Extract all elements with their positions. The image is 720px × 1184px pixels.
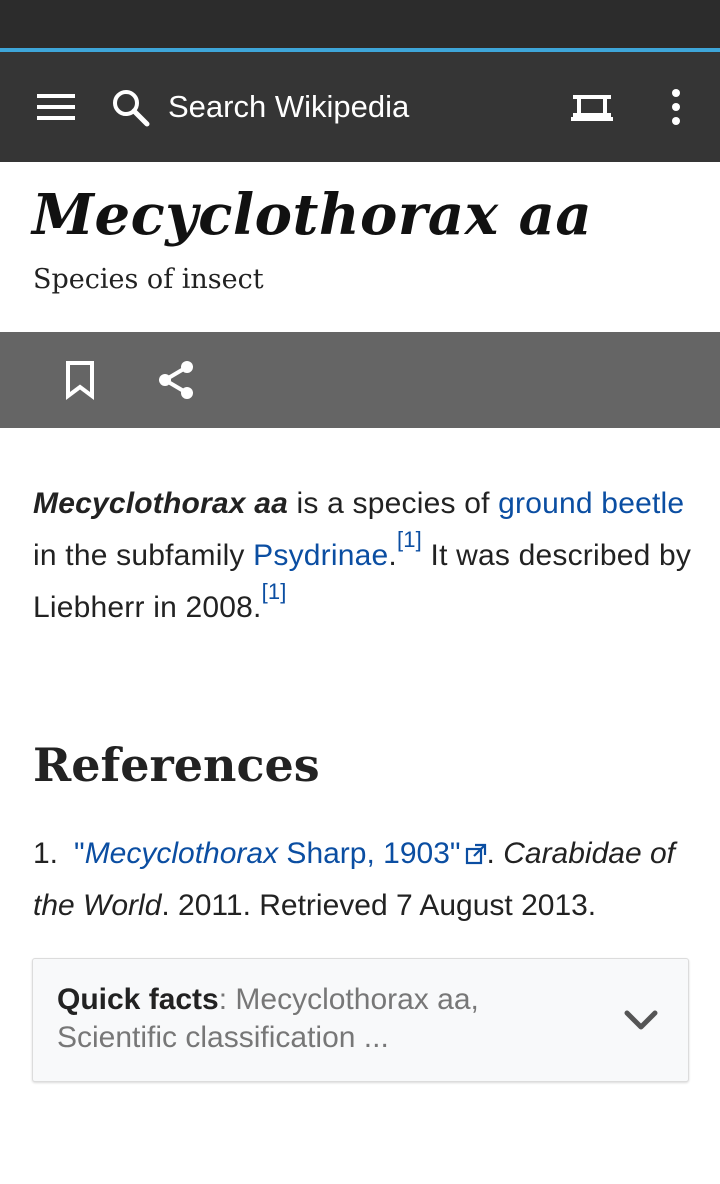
reference-item: 1. "Mecyclothorax Sharp, 1903". Carabidae…	[33, 828, 703, 932]
references-heading: References	[33, 738, 320, 792]
quick-facts-text: Quick facts: Mecyclothorax aa, Scientifi…	[57, 981, 597, 1057]
reading-lists-button[interactable]	[562, 82, 622, 132]
link-author: Sharp, 1903"	[278, 837, 461, 870]
quick-facts-box[interactable]: Quick facts: Mecyclothorax aa, Scientifi…	[32, 958, 689, 1082]
share-icon	[159, 361, 193, 399]
top-toolbar: Search Wikipedia	[0, 52, 720, 162]
bold-term: Mecyclothorax aa	[33, 487, 288, 520]
quick-facts-separator: :	[218, 983, 236, 1016]
chevron-down-icon	[624, 1010, 658, 1030]
lead-paragraph: Mecyclothorax aa is a species of ground …	[33, 478, 693, 634]
search-bar[interactable]: Search Wikipedia	[110, 77, 530, 137]
search-placeholder: Search Wikipedia	[168, 89, 410, 124]
save-bookmark-button[interactable]	[56, 356, 104, 404]
external-link-icon	[465, 843, 486, 865]
citation-ref-1[interactable]: [1]	[397, 527, 422, 552]
lead-text: in the subfamily	[33, 539, 254, 572]
quick-facts-label: Quick facts	[57, 983, 219, 1016]
citation-ref-2[interactable]: [1]	[262, 579, 287, 604]
share-button[interactable]	[152, 356, 200, 404]
reading-list-icon	[571, 95, 613, 121]
reference-number: 1.	[33, 837, 59, 870]
article-action-bar	[0, 332, 720, 428]
search-icon	[113, 90, 150, 127]
reference-external-link[interactable]: "Mecyclothorax Sharp, 1903"	[74, 837, 487, 870]
link-ground-beetle[interactable]: ground beetle	[498, 487, 684, 520]
page-title: Mecyclothorax aa	[32, 182, 593, 248]
more-vert-icon	[672, 89, 680, 125]
link-psydrinae[interactable]: Psydrinae	[253, 539, 388, 572]
overflow-menu-button[interactable]	[652, 82, 700, 132]
hamburger-menu-icon	[37, 94, 75, 120]
lead-text: is a species of	[287, 487, 499, 520]
reference-text: .	[486, 837, 504, 870]
nav-menu-button[interactable]	[28, 82, 84, 132]
bookmark-icon	[66, 361, 94, 400]
link-genus: Mecyclothorax	[84, 837, 279, 870]
link-quote: "	[74, 837, 85, 870]
status-bar	[0, 0, 720, 50]
lead-text: .	[388, 539, 397, 572]
references-list: 1. "Mecyclothorax Sharp, 1903". Carabidae…	[33, 828, 703, 932]
page-description: Species of insect	[33, 264, 264, 295]
reference-text: . 2011. Retrieved 7 August 2013.	[161, 889, 597, 922]
